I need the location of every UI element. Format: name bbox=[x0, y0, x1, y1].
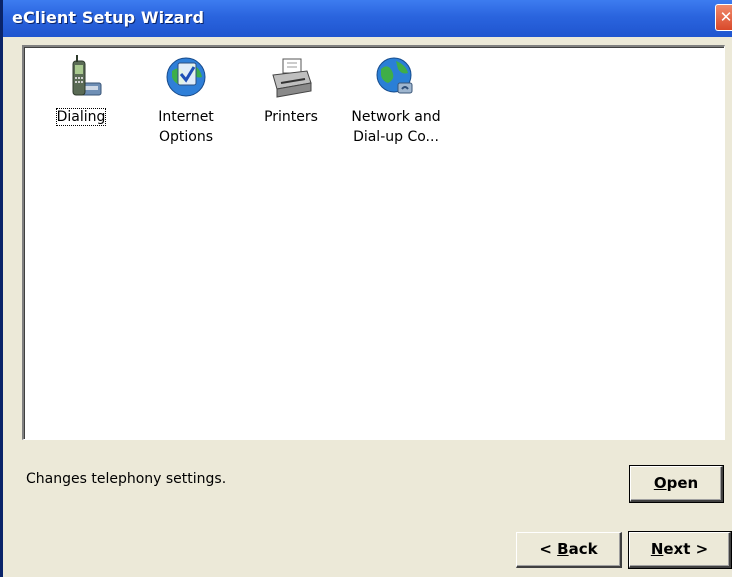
network-globe-icon bbox=[341, 53, 451, 103]
item-label: Printers bbox=[264, 109, 318, 125]
item-label: Network and Dial-up Co... bbox=[351, 109, 441, 145]
internet-options-icon bbox=[131, 53, 241, 103]
back-button-accel: B bbox=[557, 540, 569, 558]
item-description: Changes telephony settings. bbox=[26, 471, 227, 487]
back-button-prefix: < bbox=[539, 540, 558, 558]
item-label: Dialing bbox=[55, 108, 107, 126]
control-panel-list[interactable]: Dialing Internet Options Printers Networ… bbox=[22, 45, 725, 440]
next-button-accel: N bbox=[650, 540, 664, 558]
open-button-label: pen bbox=[666, 474, 699, 492]
close-button[interactable]: ✕ bbox=[715, 4, 732, 31]
back-button-label: ack bbox=[568, 540, 598, 558]
window-title: eClient Setup Wizard bbox=[12, 8, 205, 27]
title-bar[interactable]: eClient Setup Wizard ✕ bbox=[3, 0, 732, 37]
open-button-accel: O bbox=[653, 474, 667, 492]
next-button-label: ext > bbox=[663, 540, 709, 558]
next-button[interactable]: Next > bbox=[628, 531, 732, 569]
back-button[interactable]: < Back bbox=[516, 532, 622, 568]
open-button[interactable]: Open bbox=[629, 465, 724, 503]
phone-icon bbox=[26, 53, 136, 103]
printer-icon bbox=[236, 53, 346, 103]
item-label: Internet Options bbox=[158, 109, 214, 145]
setup-wizard-window: eClient Setup Wizard ✕ Dialing Internet … bbox=[0, 0, 732, 577]
